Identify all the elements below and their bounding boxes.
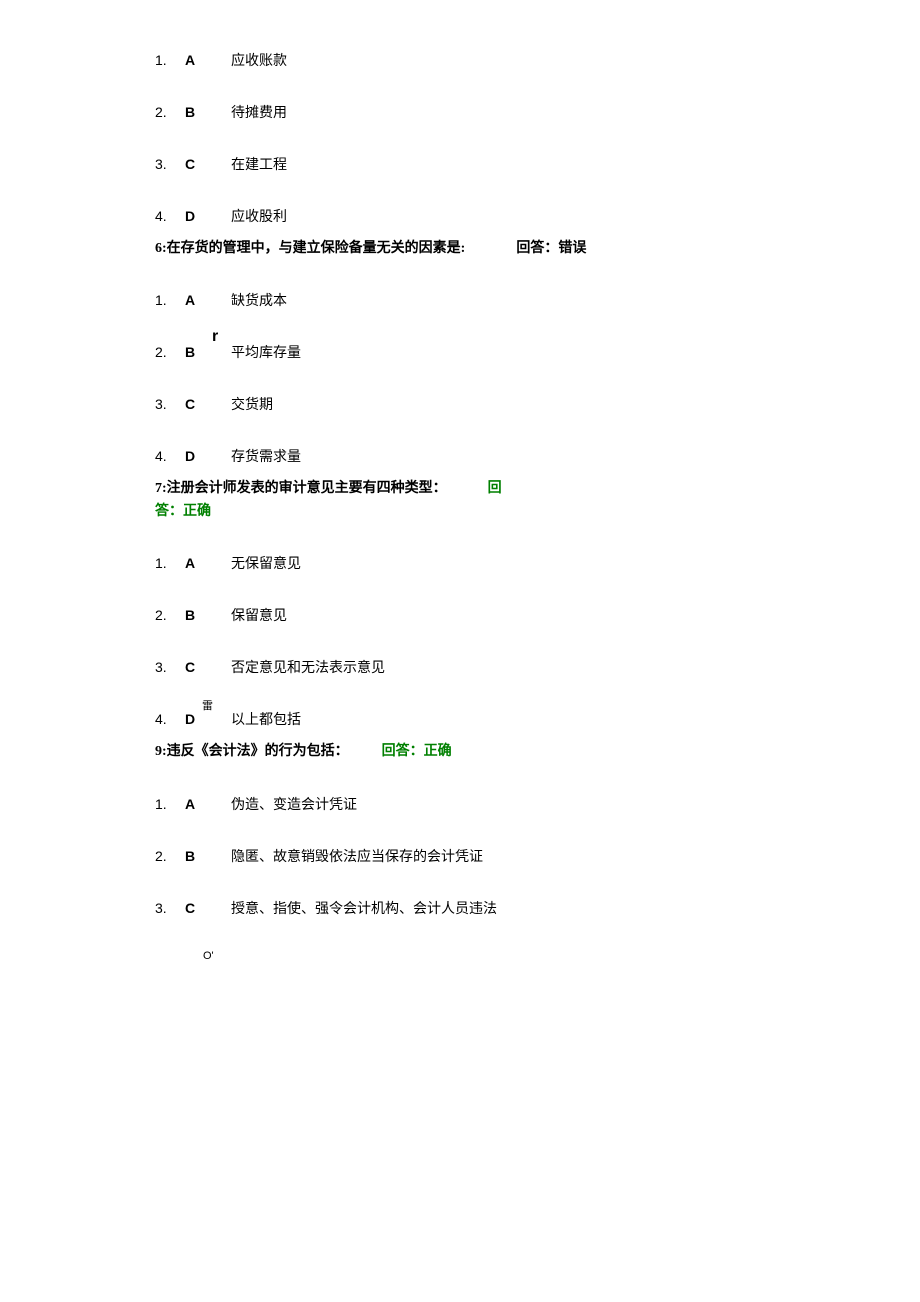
option-text: 交货期	[231, 394, 273, 414]
option-number: 2.	[155, 344, 185, 360]
option-row: 2. B 隐匿、故意销毁依法应当保存的会计凭证	[155, 846, 920, 866]
option-text: 在建工程	[231, 154, 287, 174]
option-letter: C	[185, 900, 231, 916]
option-row: 3. C 在建工程	[155, 154, 920, 174]
option-letter: B	[185, 344, 231, 360]
option-text: 应收股利	[231, 206, 287, 226]
option-text: 隐匿、故意销毁依法应当保存的会计凭证	[231, 846, 483, 866]
option-text: 伪造、变造会计凭证	[231, 794, 357, 814]
option-letter: A	[185, 52, 231, 68]
option-letter: D	[185, 208, 231, 224]
option-row: 3. C 交货期	[155, 394, 920, 414]
option-row: 3. C 否定意见和无法表示意见	[155, 657, 920, 677]
question-7: 7:注册会计师发表的审计意见主要有四种类型： 回答：正确	[155, 478, 525, 523]
option-number: 4.	[155, 208, 185, 224]
option-letter: D	[185, 448, 231, 464]
option-row: 1. A 缺货成本	[155, 290, 920, 310]
marker-lei: 雷	[202, 697, 213, 713]
option-letter: B	[185, 848, 231, 864]
question-text: 9:违反《会计法》的行为包括：	[155, 744, 349, 759]
option-text: 平均库存量	[231, 342, 301, 362]
option-text: 缺货成本	[231, 290, 287, 310]
option-row: 2. B 保留意见	[155, 605, 920, 625]
option-text: 无保留意见	[231, 553, 301, 573]
option-text: 否定意见和无法表示意见	[231, 657, 385, 677]
option-number: 1.	[155, 796, 185, 812]
marker-r: r	[212, 328, 218, 346]
answer-status-correct: 回答：正确	[382, 744, 452, 759]
option-text: 待摊费用	[231, 102, 287, 122]
option-letter: B	[185, 104, 231, 120]
option-number: 2.	[155, 104, 185, 120]
option-row: 3. C 授意、指使、强令会计机构、会计人员违法	[155, 898, 920, 918]
option-text: 保留意见	[231, 605, 287, 625]
option-number: 4.	[155, 711, 185, 727]
option-letter: C	[185, 659, 231, 675]
option-text: 以上都包括	[231, 709, 301, 729]
end-marker-row: O'	[155, 950, 920, 970]
option-letter: C	[185, 396, 231, 412]
marker-o: O'	[203, 950, 214, 962]
option-number: 2.	[155, 607, 185, 623]
option-row: 雷 4. D 以上都包括	[155, 709, 920, 729]
option-letter: A	[185, 555, 231, 571]
option-row: 2. B 待摊费用	[155, 102, 920, 122]
option-row: 4. D 应收股利	[155, 206, 920, 226]
option-row: 1. A 应收账款	[155, 50, 920, 70]
option-text: 应收账款	[231, 50, 287, 70]
question-text: 7:注册会计师发表的审计意见主要有四种类型：	[155, 481, 447, 496]
question-9: 9:违反《会计法》的行为包括： 回答：正确	[155, 741, 920, 763]
exam-page: 1. A 应收账款 2. B 待摊费用 3. C 在建工程 4. D 应收股利 …	[0, 0, 920, 970]
answer-status-wrong: 回答：错误	[516, 241, 586, 256]
option-number: 1.	[155, 555, 185, 571]
option-number: 3.	[155, 659, 185, 675]
option-letter: C	[185, 156, 231, 172]
option-number: 1.	[155, 52, 185, 68]
option-number: 4.	[155, 448, 185, 464]
question-6: 6:在存货的管理中，与建立保险备量无关的因素是: 回答：错误	[155, 238, 920, 260]
option-letter: D	[185, 711, 231, 727]
option-row: 1. A 伪造、变造会计凭证	[155, 794, 920, 814]
option-text: 存货需求量	[231, 446, 301, 466]
option-letter: A	[185, 292, 231, 308]
option-number: 3.	[155, 900, 185, 916]
option-letter: B	[185, 607, 231, 623]
option-number: 1.	[155, 292, 185, 308]
question-text: 6:在存货的管理中，与建立保险备量无关的因素是:	[155, 241, 465, 256]
option-number: 3.	[155, 156, 185, 172]
option-number: 3.	[155, 396, 185, 412]
option-row: 4. D 存货需求量	[155, 446, 920, 466]
option-row: r 2. B 平均库存量	[155, 342, 920, 362]
option-number: 2.	[155, 848, 185, 864]
option-row: 1. A 无保留意见	[155, 553, 920, 573]
option-text: 授意、指使、强令会计机构、会计人员违法	[231, 898, 497, 918]
option-letter: A	[185, 796, 231, 812]
